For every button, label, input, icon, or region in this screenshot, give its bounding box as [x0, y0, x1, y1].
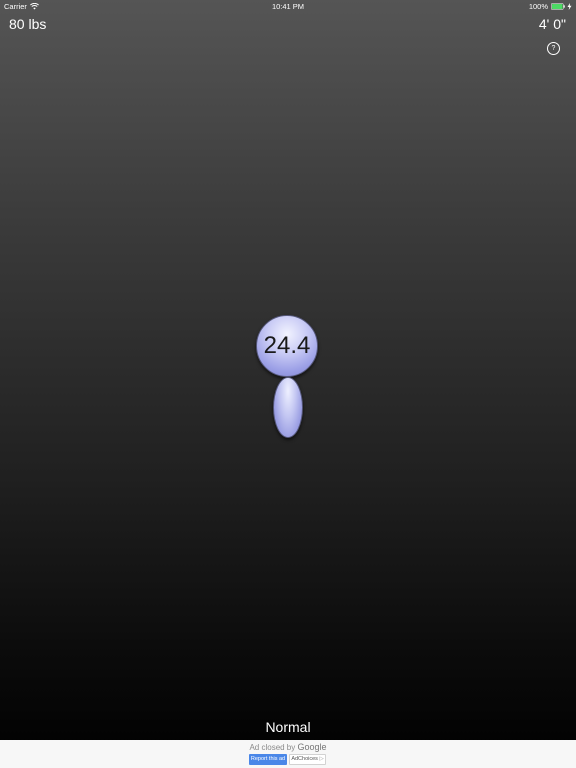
- report-ad-button[interactable]: Report this ad: [249, 754, 287, 765]
- bmi-figure: 24.4: [254, 313, 322, 441]
- bmi-value: 24.4: [263, 332, 311, 359]
- adchoices-label: AdChoices: [291, 756, 318, 762]
- status-time: 10:41 PM: [271, 2, 305, 11]
- battery-percent: 100%: [528, 2, 548, 11]
- height-value[interactable]: 4' 0": [539, 16, 566, 32]
- ad-banner: Ad closed by Google Report this ad AdCho…: [0, 740, 576, 768]
- adchoices-icon: ▷: [319, 756, 324, 762]
- battery-indicator: 100%: [529, 2, 572, 11]
- status-bar: Carrier 10:41 PM 100%: [0, 0, 576, 12]
- weight-value[interactable]: 80 lbs: [9, 16, 46, 32]
- help-button[interactable]: ?: [547, 42, 560, 55]
- bmi-category-label: Normal: [265, 719, 311, 735]
- ad-closed-message: Ad closed by Google: [0, 742, 576, 752]
- ad-closed-text: Ad closed by: [249, 743, 296, 752]
- help-icon: ?: [551, 45, 556, 52]
- app-screen: Carrier 10:41 PM 100% 80 lbs 4' 0" ? 24.…: [0, 0, 576, 768]
- bmi-figure-body: [273, 377, 303, 438]
- adchoices-button[interactable]: AdChoices ▷: [289, 754, 326, 765]
- battery-icon: [551, 3, 565, 10]
- bmi-figure-head: 24.4: [256, 315, 318, 377]
- google-logo: Google: [297, 742, 327, 752]
- charging-bolt-icon: [567, 3, 572, 10]
